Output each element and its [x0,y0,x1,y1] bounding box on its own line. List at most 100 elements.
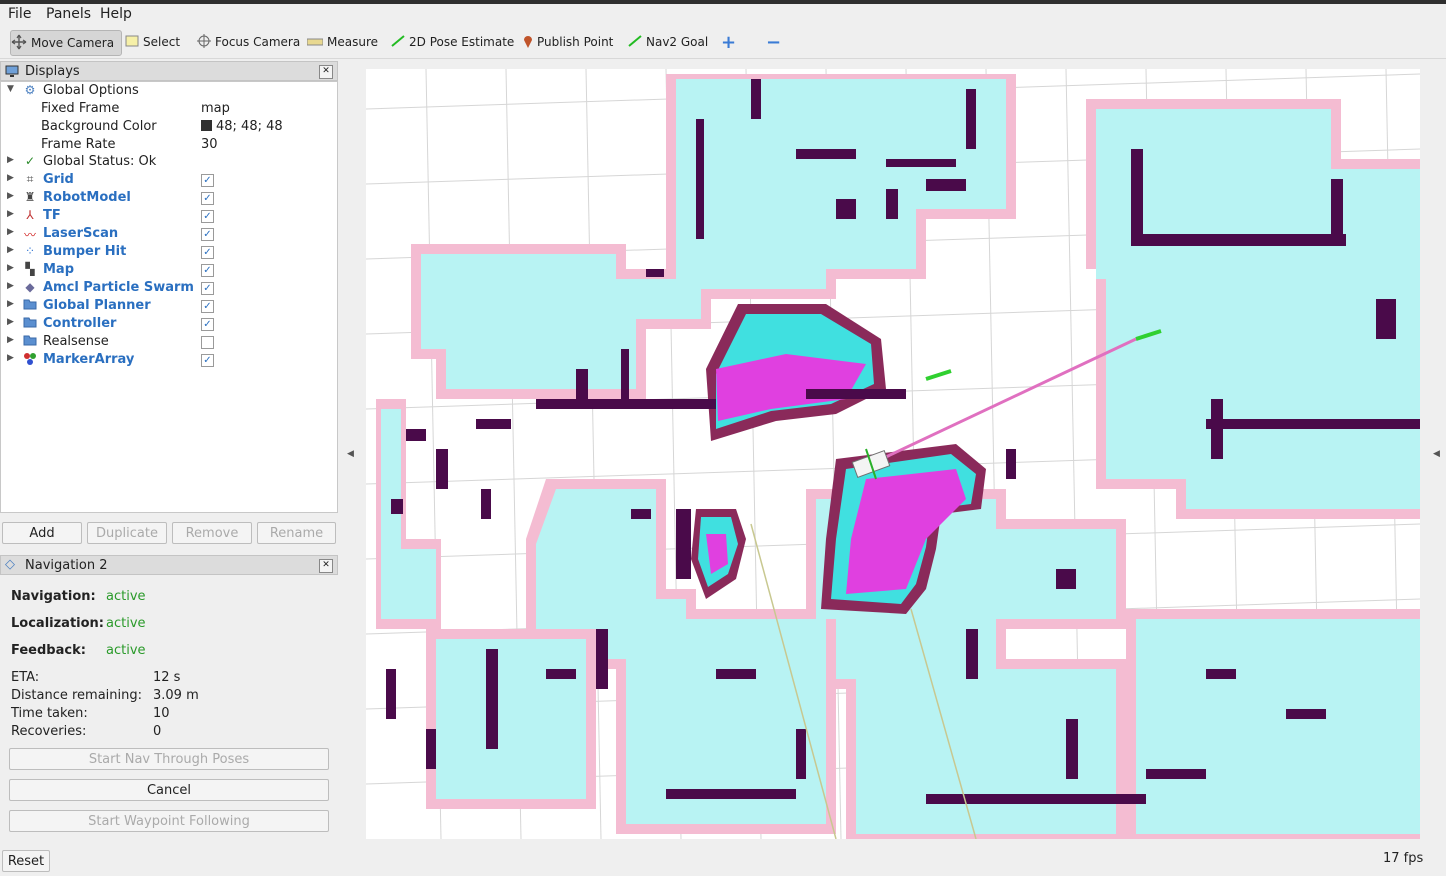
enable-checkbox[interactable]: ✓ [201,264,214,277]
chevron-right-icon[interactable]: ▶ [7,281,14,291]
display-item-label: Bumper Hit [43,244,127,259]
fixed-frame-value[interactable]: map [201,101,230,116]
display-item-controller[interactable]: ▶ Controller ✓ [1,316,337,334]
menu-help[interactable]: Help [100,6,132,22]
background-color-row[interactable]: Background Color 48; 48; 48 [1,119,337,137]
display-item-tf[interactable]: ▶ ⅄ TF ✓ [1,208,337,226]
displays-tree: ▼ ⚙ Global Options Fixed Frame map Backg… [0,81,338,513]
display-item-robotmodel[interactable]: ▶ ♜ RobotModel ✓ [1,190,337,208]
select-tool[interactable]: Select [125,30,180,54]
chevron-right-icon[interactable]: ▶ [7,191,14,201]
display-item-markerarray[interactable]: ▶ MarkerArray ✓ [1,352,337,370]
display-item-realsense[interactable]: ▶ Realsense [1,334,337,352]
render-viewport[interactable] [366,69,1420,839]
localization-status-value: active [106,616,146,631]
move-camera-tool[interactable]: Move Camera [10,30,122,56]
enable-checkbox[interactable]: ✓ [201,228,214,241]
move-camera-icon [11,34,27,53]
chevron-right-icon[interactable]: ▶ [7,335,14,345]
navigation-title: Navigation 2 [25,558,108,573]
global-options-row[interactable]: ▼ ⚙ Global Options [1,83,337,101]
remove-display-button[interactable]: Remove [172,522,252,544]
background-color-field[interactable]: 48; 48; 48 [201,119,283,134]
markers-icon [23,352,37,368]
chevron-right-icon[interactable]: ▶ [7,209,14,219]
chevron-right-icon[interactable]: ▶ [7,299,14,309]
enable-checkbox[interactable]: ✓ [201,354,214,367]
recoveries-value: 0 [153,724,162,739]
laser-wave-icon: 〰 [23,228,36,242]
display-item-laserscan[interactable]: ▶ 〰 LaserScan ✓ [1,226,337,244]
focus-camera-label: Focus Camera [215,35,301,49]
chevron-right-icon[interactable]: ▶ [7,263,14,273]
feedback-status-value: active [106,643,146,658]
display-item-bumper-hit[interactable]: ▶ ⁘ Bumper Hit ✓ [1,244,337,262]
chevron-right-icon[interactable]: ▶ [7,353,14,363]
close-icon[interactable]: ✕ [319,559,333,573]
enable-checkbox[interactable]: ✓ [201,210,214,223]
publish-point-tool[interactable]: Publish Point [523,30,613,54]
remove-tool-button[interactable]: − [766,30,781,54]
global-status-row[interactable]: ▶ ✓ Global Status: Ok [1,154,337,172]
duplicate-display-button[interactable]: Duplicate [87,522,167,544]
distance-remaining-label: Distance remaining: [11,688,142,703]
menu-file[interactable]: File [8,6,31,22]
monitor-icon [5,64,19,82]
chevron-right-icon[interactable]: ▶ [7,317,14,327]
chevron-right-icon[interactable]: ▶ [7,155,14,165]
green-arrow-icon [628,34,642,50]
enable-checkbox[interactable]: ✓ [201,174,214,187]
rename-display-button[interactable]: Rename [257,522,336,544]
select-icon [125,35,139,50]
nav2-goal-tool[interactable]: Nav2 Goal [628,30,708,54]
enable-checkbox[interactable]: ✓ [201,192,214,205]
map-icon: ▚ [25,262,35,276]
frame-rate-value[interactable]: 30 [201,137,218,152]
collapse-right-icon[interactable]: ◀ [1433,449,1440,459]
select-label: Select [143,35,181,49]
global-status-label: Global Status: Ok [43,154,157,169]
chevron-down-icon[interactable]: ▼ [7,84,14,94]
display-item-grid[interactable]: ▶ ⌗ Grid ✓ [1,172,337,190]
fixed-frame-row[interactable]: Fixed Frame map [1,101,337,119]
cancel-button[interactable]: Cancel [9,779,329,801]
start-waypoint-following-button[interactable]: Start Waypoint Following [9,810,329,832]
frame-rate-label: Frame Rate [41,137,116,152]
start-nav-through-poses-button[interactable]: Start Nav Through Poses [9,748,329,770]
display-item-label: Grid [43,172,74,187]
frame-rate-row[interactable]: Frame Rate 30 [1,137,337,155]
add-display-button[interactable]: Add [2,522,82,544]
reset-button[interactable]: Reset [2,850,50,872]
display-item-amcl-particle-swarm[interactable]: ▶ ◆ Amcl Particle Swarm ✓ [1,280,337,298]
recoveries-label: Recoveries: [11,724,87,739]
grid-icon: ⌗ [26,172,34,186]
displays-panel-header: Displays ✕ [0,61,338,81]
enable-checkbox[interactable] [201,336,214,349]
chevron-right-icon[interactable]: ▶ [7,227,14,237]
collapse-left-icon[interactable]: ◀ [347,449,354,459]
menu-panels[interactable]: Panels [46,6,91,22]
enable-checkbox[interactable]: ✓ [201,282,214,295]
axes-icon: ⅄ [26,208,34,222]
pose-estimate-tool[interactable]: 2D Pose Estimate [391,30,514,54]
display-item-map[interactable]: ▶ ▚ Map ✓ [1,262,337,280]
robot-icon: ♜ [24,190,36,204]
display-item-global-planner[interactable]: ▶ Global Planner ✓ [1,298,337,316]
enable-checkbox[interactable]: ✓ [201,300,214,313]
background-color-label: Background Color [41,119,157,134]
close-icon[interactable]: ✕ [319,65,333,79]
map-pin-icon [523,34,533,51]
feedback-status-label: Feedback: [11,643,86,658]
display-item-label: Amcl Particle Swarm [43,280,194,295]
enable-checkbox[interactable]: ✓ [201,246,214,259]
measure-tool[interactable]: Measure [306,30,378,54]
chevron-right-icon[interactable]: ▶ [7,173,14,183]
add-tool-button[interactable]: + [721,30,736,54]
checkmark-icon: ✓ [24,154,36,168]
status-bar: Reset 17 fps [0,846,1446,876]
folder-icon [23,334,37,350]
focus-camera-tool[interactable]: Focus Camera [197,30,300,54]
enable-checkbox[interactable]: ✓ [201,318,214,331]
displays-title: Displays [25,64,80,79]
chevron-right-icon[interactable]: ▶ [7,245,14,255]
